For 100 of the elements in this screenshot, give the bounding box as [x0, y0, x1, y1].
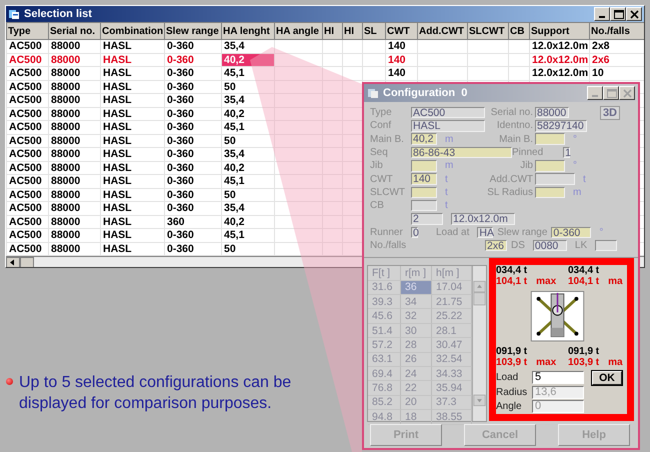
field-label: SL Radius: [487, 186, 533, 198]
table-cell: 35,4: [222, 40, 274, 53]
table-row[interactable]: AC500 88000 HASL 0-360 40,2 140 12.0x12.0m 2x6: [6, 53, 644, 66]
table-cell: 57.2: [368, 338, 401, 353]
field-label: Load: [496, 372, 520, 384]
table-cell: 76.8: [368, 381, 401, 396]
field-label: Main B.: [499, 134, 533, 145]
text-field[interactable]: 12.0x12.0m: [451, 213, 515, 225]
field-label: Jib: [370, 160, 384, 172]
table-cell: 35,4: [222, 148, 274, 161]
unit-label: t: [445, 200, 448, 212]
field-label: Runner: [370, 226, 404, 238]
column-header[interactable]: Slew range: [164, 22, 222, 40]
ok-button[interactable]: OK: [592, 370, 622, 385]
table-cell: 88000: [48, 228, 100, 242]
table-cell: HASL: [100, 120, 164, 134]
column-header[interactable]: CWT: [386, 22, 418, 40]
table-cell: AC500: [6, 228, 48, 242]
load-value: 091,9 t: [496, 346, 528, 357]
table-cell: 88000: [48, 174, 100, 188]
text-field[interactable]: 88000: [535, 106, 569, 118]
table-cell: HASL: [100, 228, 164, 242]
field-label: Slew range: [497, 226, 548, 238]
table-cell: HASL: [100, 148, 164, 161]
field-label: Seq: [370, 147, 389, 158]
table-cell: 0-360: [164, 66, 222, 80]
column-header[interactable]: SLCWT: [468, 22, 508, 40]
column-header[interactable]: Add.CWT: [418, 22, 468, 40]
column-header[interactable]: CB: [508, 22, 530, 40]
column-header[interactable]: Support: [530, 22, 590, 40]
max-label: ma: [608, 276, 623, 288]
table-cell: 45.6: [368, 309, 401, 324]
max-load-value: 104,1 t: [568, 276, 600, 288]
table-cell: HASL: [100, 202, 164, 215]
field-label: Serial no.: [490, 107, 533, 118]
text-field[interactable]: 0-360: [551, 226, 592, 238]
table-cell: AC500: [6, 148, 48, 161]
text-field[interactable]: 2x6: [485, 240, 507, 252]
column-header[interactable]: HI: [342, 22, 362, 40]
column-header[interactable]: Serial no.: [48, 22, 100, 40]
text-field[interactable]: 5: [532, 371, 584, 384]
table-cell: 0-360: [164, 120, 222, 134]
table-cell: 0-360: [164, 40, 222, 53]
column-header[interactable]: SL: [362, 22, 386, 40]
table-cell: 40,2: [222, 53, 274, 66]
max-load-value: 103,9 t: [568, 356, 600, 368]
table-cell: HASL: [100, 40, 164, 53]
text-field[interactable]: 0080: [532, 240, 567, 252]
text-field[interactable]: HASL: [411, 120, 485, 132]
unit-label: °: [573, 134, 577, 145]
text-field[interactable]: 86-86-43: [411, 146, 512, 158]
text-field[interactable]: HA: [477, 226, 494, 238]
field-label: Load at: [436, 226, 470, 238]
column-header[interactable]: HA lenght: [222, 22, 274, 40]
table-cell: AC500: [6, 94, 48, 107]
field-label: SLCWT: [370, 186, 406, 198]
table-cell: 45,1: [222, 174, 274, 188]
text-field[interactable]: 40,2: [411, 133, 437, 145]
table-cell: 35,4: [222, 94, 274, 107]
table-row[interactable]: AC500 88000 HASL 0-360 45,1 140 12.0x12.0m 10: [6, 66, 644, 80]
table-cell: 39.3: [368, 295, 401, 310]
column-header[interactable]: No./falls: [590, 22, 644, 40]
table-cell: 69.4: [368, 367, 401, 382]
table-cell: AC500: [6, 66, 48, 80]
text-field[interactable]: 1: [563, 146, 570, 158]
table-cell: 10: [590, 66, 644, 80]
field-label: Jib: [520, 160, 533, 172]
table-cell: 0-360: [164, 148, 222, 161]
table-cell: HASL: [100, 94, 164, 107]
text-field[interactable]: 58297140: [535, 120, 587, 132]
text-field[interactable]: AC500: [411, 106, 485, 118]
field-label: Pinned: [512, 147, 544, 158]
field-label: No./falls: [370, 240, 408, 252]
column-header[interactable]: HA angle: [274, 22, 322, 40]
note-text: Up to 5 selected configurations can be displayed for comparison purposes.: [19, 373, 292, 414]
load-value: 034,4 t: [568, 265, 600, 276]
table-cell: 88000: [48, 202, 100, 215]
table-cell: 45,1: [222, 66, 274, 80]
max-load-value: 103,9 t: [496, 356, 528, 368]
table-cell: 88000: [48, 148, 100, 161]
table-cell: AC500: [6, 40, 48, 53]
field-label: Main B.: [370, 134, 405, 145]
column-header[interactable]: Combination: [100, 22, 164, 40]
table-row[interactable]: AC500 88000 HASL 0-360 35,4 140 12.0x12.0m 2x8: [6, 40, 644, 53]
text-field[interactable]: 140: [411, 173, 437, 185]
table-cell: 140: [386, 40, 418, 53]
table-cell: 0-360: [164, 94, 222, 107]
text-field[interactable]: 2: [411, 213, 443, 225]
table-cell: 12.0x12.0m: [530, 66, 590, 80]
table-cell: HASL: [100, 174, 164, 188]
table-cell: 0-360: [164, 174, 222, 188]
load-value: 034,4 t: [496, 265, 528, 276]
3d-badge[interactable]: 3D: [600, 106, 620, 120]
unit-label: m: [445, 160, 454, 172]
table-cell: 63.1: [368, 352, 401, 367]
text-field[interactable]: 0: [411, 226, 418, 238]
column-header[interactable]: HI: [322, 22, 342, 40]
table-cell: 0-360: [164, 228, 222, 242]
max-label: max: [536, 356, 556, 368]
column-header[interactable]: Type: [6, 22, 48, 40]
